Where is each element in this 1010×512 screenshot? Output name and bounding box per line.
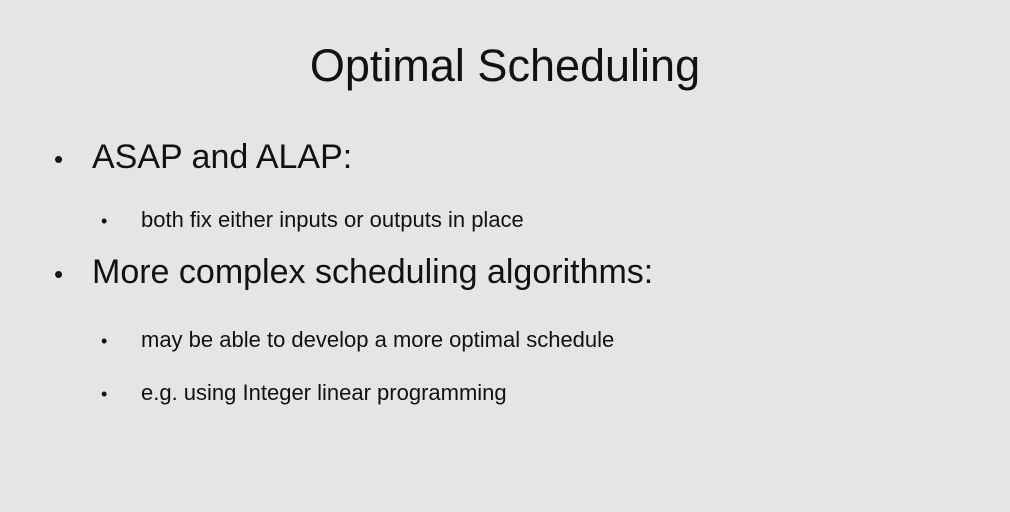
bullet-item-complex-algorithms: • More complex scheduling algorithms: [54,252,653,294]
sub-bullet-text: both fix either inputs or outputs in pla… [141,207,524,232]
sub-bullet-item: • both fix either inputs or outputs in p… [101,206,524,235]
sub-bullet-text: may be able to develop a more optimal sc… [141,327,615,352]
sub-bullet-item: • e.g. using Integer linear programming [101,379,507,408]
bullet-dot: • [54,259,64,289]
sub-bullet-dot: • [101,211,108,231]
slide-title: Optimal Scheduling [309,40,701,91]
sub-bullet-dot: • [101,384,108,404]
bullet-text: ASAP and ALAP: [92,138,353,176]
bullet-dot: • [54,144,64,174]
bullet-text: More complex scheduling algorithms: [92,253,654,291]
slide: Optimal Scheduling • ASAP and ALAP: • bo… [0,0,1010,512]
sub-bullet-text: e.g. using Integer linear programming [141,380,507,405]
bullet-item-asap-alap: • ASAP and ALAP: [54,137,352,179]
sub-bullet-dot: • [101,331,108,351]
sub-bullet-item: • may be able to develop a more optimal … [101,326,614,355]
